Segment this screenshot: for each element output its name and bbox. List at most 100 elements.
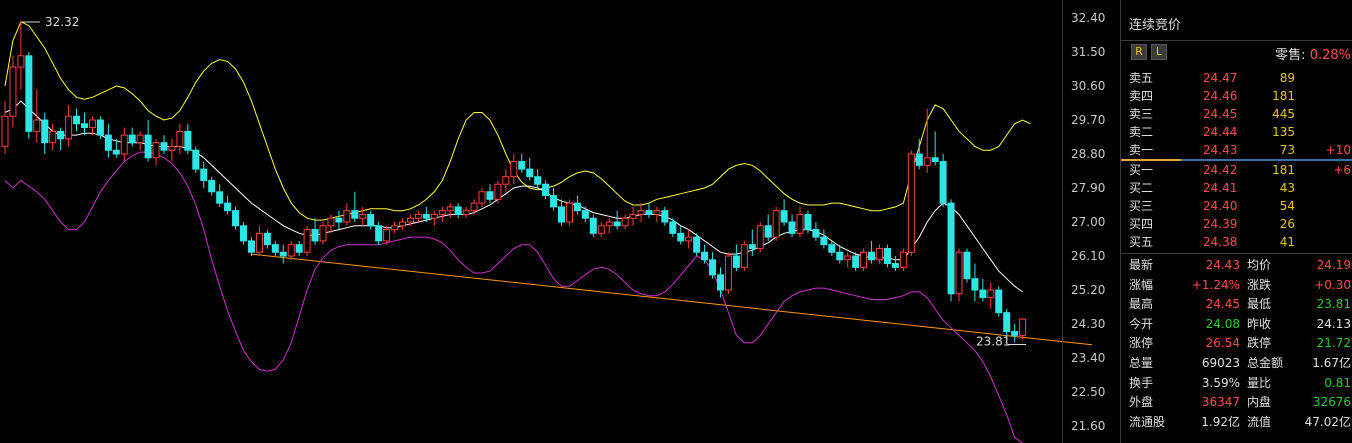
candle-down [81, 123, 88, 129]
candle-down [73, 115, 81, 125]
quote-label: 总金额 [1247, 356, 1284, 370]
quote-label: 涨幅 [1129, 277, 1154, 292]
candle-down [41, 119, 49, 144]
level-price: 24.46 [1203, 89, 1238, 103]
quote-value: 0.81 [1324, 375, 1351, 390]
level-volume: 181 [1272, 163, 1295, 177]
candlestick-chart[interactable]: 32.32 23.81 [0, 0, 1120, 443]
candle-down [216, 191, 224, 204]
candle-down [963, 251, 971, 280]
candle-up [414, 213, 422, 219]
quote-row: 今开 24.08 昨收 24.13 [1121, 315, 1352, 334]
r-badge[interactable]: R [1131, 44, 1147, 60]
candle-down [764, 225, 772, 238]
candle-up [383, 229, 391, 242]
level-volume: 181 [1272, 89, 1295, 103]
candle-down [868, 251, 876, 261]
candle-down [891, 263, 899, 268]
ask-row: 卖四 24.46 181 [1121, 87, 1352, 105]
candle-up [597, 225, 605, 234]
price-axis: 32.40 31.50 30.60 29.70 28.80 27.90 27.00 26.10… [1062, 0, 1121, 443]
candle-up [502, 176, 510, 185]
candle-up [955, 251, 963, 295]
bid-row: 买五 24.38 41 [1121, 233, 1352, 251]
candle-up [176, 130, 184, 147]
candle-up [49, 130, 57, 144]
candle-up [319, 225, 327, 242]
candle-down [486, 191, 494, 200]
candle-down [939, 161, 947, 204]
level-volume: 26 [1279, 217, 1295, 231]
level-volume: 73 [1279, 143, 1295, 157]
candle-up [446, 206, 454, 212]
candle-down [971, 278, 979, 291]
candle-up [255, 232, 263, 253]
candle-up [510, 161, 518, 178]
level-label: 卖三 [1129, 107, 1154, 121]
level-label: 买四 [1129, 217, 1154, 231]
level-price: 24.47 [1203, 71, 1238, 85]
candle-down [669, 221, 677, 234]
candle-up [756, 225, 764, 249]
quote-row: 流通股 1.92亿 流值 47.02亿 [1121, 413, 1352, 432]
candle-down [573, 202, 581, 212]
quote-label: 涨停 [1129, 336, 1154, 351]
quote-label: 涨跌 [1247, 277, 1272, 292]
candle-up [740, 244, 748, 268]
candle-up [168, 145, 176, 151]
candle-down [645, 210, 653, 215]
level-price: 24.45 [1203, 107, 1238, 121]
level-label: 卖二 [1129, 125, 1154, 139]
price-tick: 21.60 [1071, 419, 1106, 434]
bid-row: 买四 24.39 26 [1121, 215, 1352, 233]
level-label: 卖五 [1129, 71, 1154, 85]
candle-down [335, 217, 343, 223]
candle-down [947, 202, 955, 295]
candle-up [343, 210, 351, 223]
level-volume: 43 [1279, 181, 1295, 195]
candle-down [701, 251, 709, 261]
candle-down [104, 134, 112, 151]
candle-up [860, 251, 868, 268]
quote-label: 昨收 [1247, 316, 1272, 331]
candle-down [979, 289, 987, 299]
price-tick: 22.50 [1071, 385, 1106, 400]
level-change: +6 [1333, 163, 1351, 177]
candle-down [351, 210, 359, 219]
quote-value: 36347 [1201, 395, 1240, 410]
level-volume: 135 [1272, 125, 1295, 139]
quote-label: 今开 [1129, 316, 1154, 331]
candle-up [17, 55, 25, 68]
candle-up [876, 247, 883, 261]
candle-down [232, 210, 240, 227]
candle-down [542, 183, 550, 197]
candle-down [375, 225, 383, 242]
quote-value: 47.02亿 [1304, 414, 1351, 429]
l-badge[interactable]: L [1151, 44, 1167, 60]
candle-down [25, 55, 33, 132]
level-volume: 89 [1279, 71, 1295, 85]
bid-row: 买一 24.42 181 +6 [1121, 161, 1352, 179]
level-price: 24.44 [1203, 125, 1238, 139]
price-tick: 30.60 [1071, 79, 1106, 93]
candle-down [1003, 312, 1011, 333]
divider [1121, 253, 1352, 254]
candle-down [96, 119, 104, 136]
price-tick: 25.20 [1071, 283, 1106, 298]
candle-down [526, 168, 534, 178]
candle-down [883, 247, 891, 265]
candle-down [534, 176, 542, 185]
candle-down [732, 255, 740, 268]
candle-down [263, 232, 271, 246]
level-volume: 54 [1279, 199, 1295, 213]
candle-down [422, 213, 430, 219]
candle-up [629, 213, 637, 219]
candle-up [844, 255, 852, 261]
candle-up [637, 210, 645, 215]
candle-up [1019, 318, 1027, 336]
candle-down [271, 244, 279, 253]
candle-down [613, 221, 621, 227]
candle-up [152, 142, 160, 159]
quote-row: 涨停 26.54 跌停 21.72 [1121, 334, 1352, 353]
quote-row: 换手 3.59% 量比 0.81 [1121, 374, 1352, 393]
